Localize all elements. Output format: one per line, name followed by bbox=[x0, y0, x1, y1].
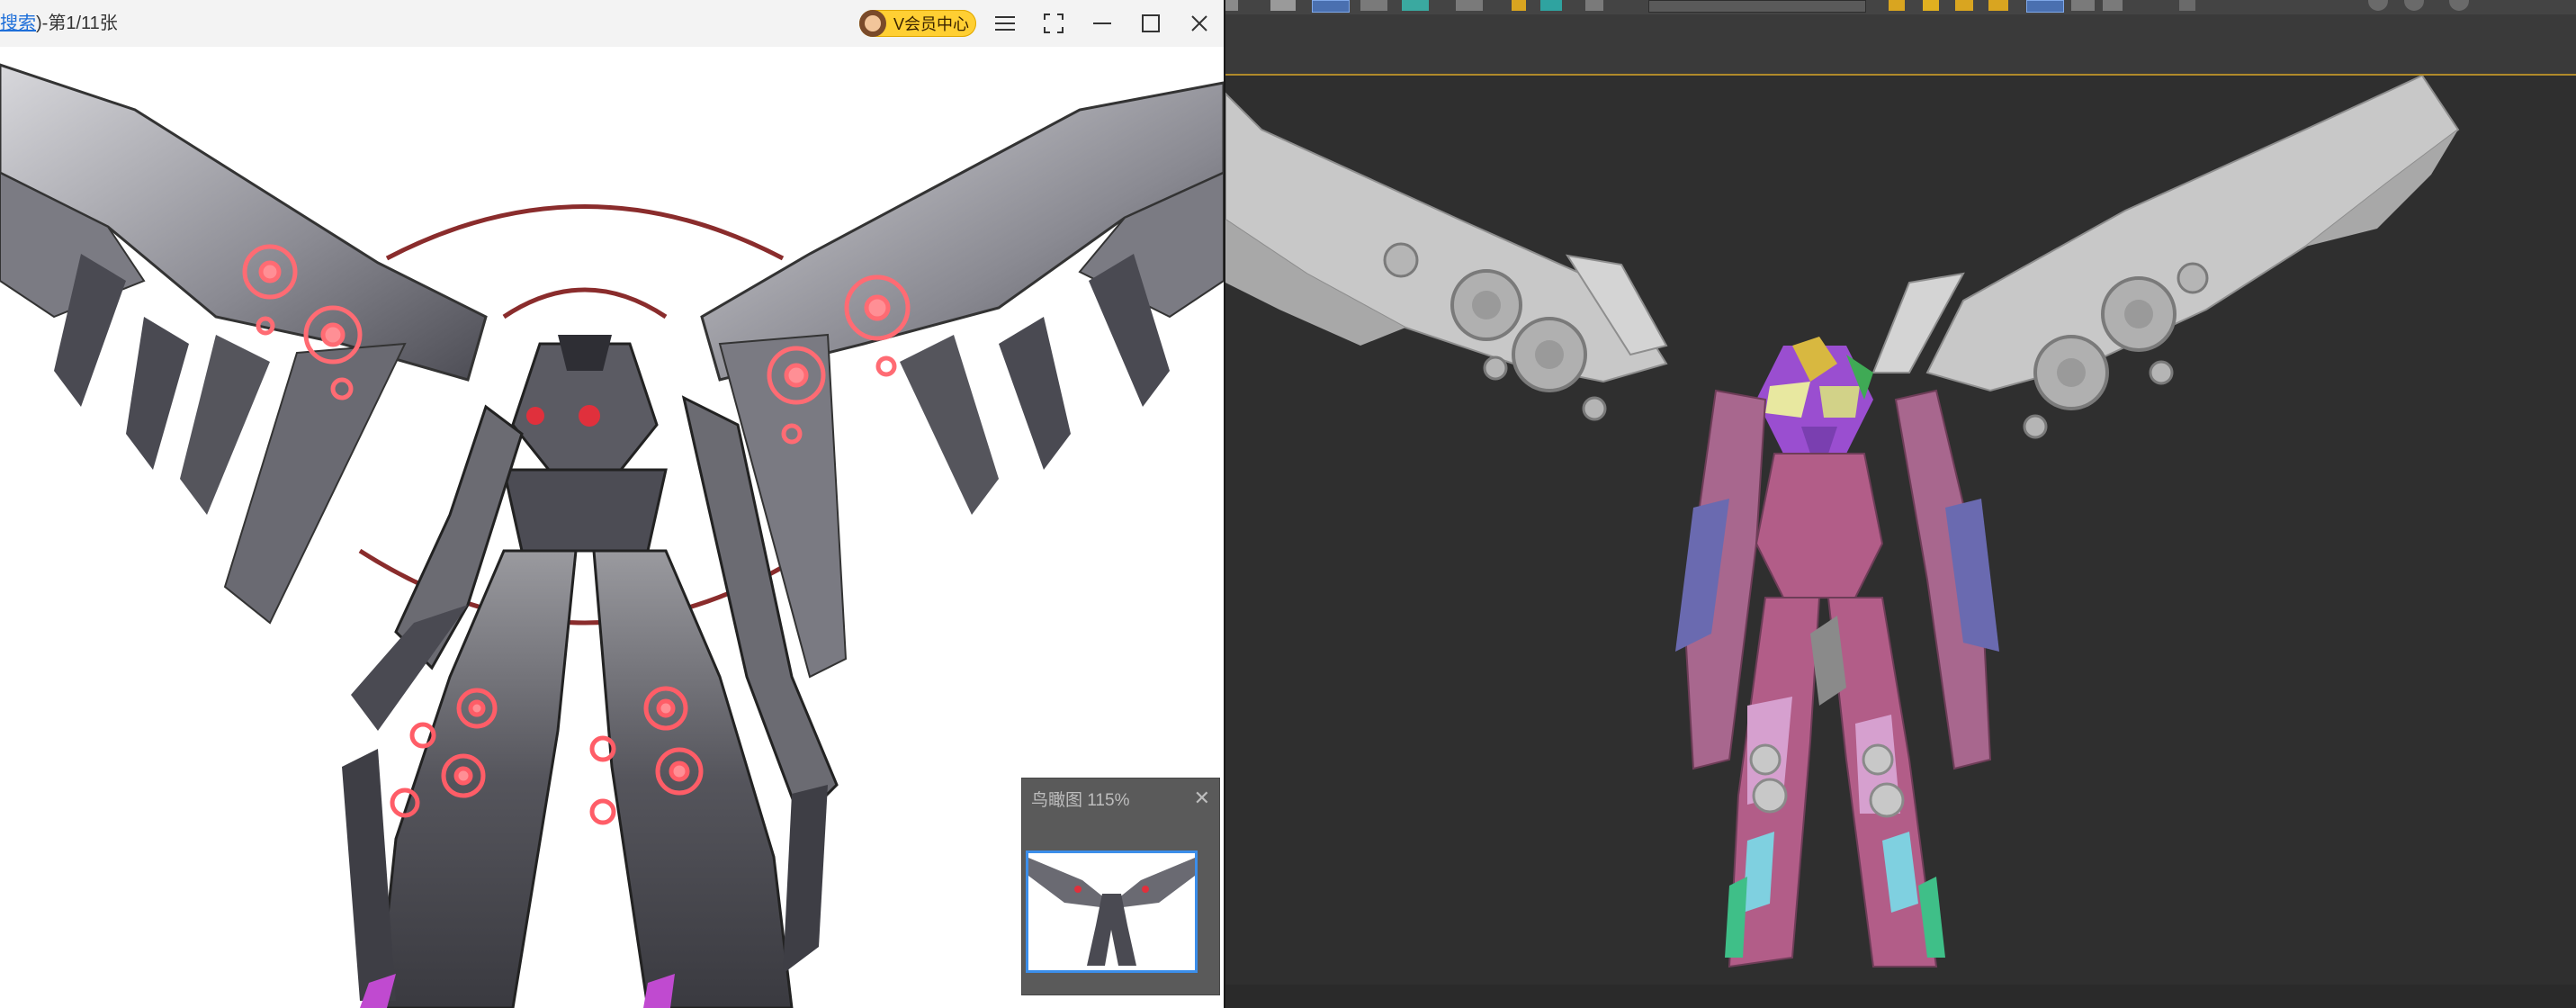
maximize-button[interactable] bbox=[1126, 0, 1175, 47]
mech-concept-image[interactable]: 鸟瞰图 115% ✕ bbox=[0, 47, 1224, 1008]
viewer-title-bar[interactable]: 搜索)-第1/11张 V会员中心 bbox=[0, 0, 1224, 48]
fullscreen-icon bbox=[1044, 14, 1064, 33]
toolbar-tool-icon-7[interactable] bbox=[1585, 0, 1603, 11]
vip-center-button[interactable]: V会员中心 bbox=[859, 10, 976, 37]
toolbar-tool-icon-6[interactable] bbox=[1540, 0, 1562, 11]
toolbar-tool-icon-14[interactable] bbox=[2103, 0, 2123, 11]
close-icon bbox=[1191, 15, 1207, 32]
minimize-button[interactable] bbox=[1078, 0, 1126, 47]
render-icon-2[interactable] bbox=[2404, 0, 2424, 11]
right-wing bbox=[700, 81, 1224, 679]
toolbar-tool-icon-11[interactable] bbox=[1988, 0, 2008, 11]
selection-set-dropdown[interactable] bbox=[1648, 0, 1866, 13]
navigator-close-icon[interactable]: ✕ bbox=[1194, 787, 1210, 810]
select-tool-icon[interactable] bbox=[1312, 0, 1350, 13]
toolbar-tool-icon-5[interactable] bbox=[1456, 0, 1483, 11]
navigator-header: 鸟瞰图 115% ✕ bbox=[1022, 778, 1219, 818]
navigator-panel[interactable]: 鸟瞰图 115% ✕ bbox=[1021, 778, 1220, 995]
toolbar-tool-icon-1[interactable] bbox=[1225, 0, 1238, 11]
snap-icon[interactable] bbox=[1512, 0, 1526, 11]
3d-modeling-app bbox=[1225, 0, 2576, 1008]
left-wing bbox=[0, 63, 488, 625]
minimize-icon bbox=[1093, 22, 1111, 24]
render-icon-3[interactable] bbox=[2449, 0, 2469, 11]
menu-button[interactable] bbox=[981, 0, 1029, 47]
viewer-title: 搜索)-第1/11张 bbox=[0, 0, 118, 47]
navigator-title: 鸟瞰图 115% bbox=[1031, 790, 1130, 810]
toolbar-tool-icon-2[interactable] bbox=[1270, 0, 1296, 11]
toolbar-tool-icon-10[interactable] bbox=[1955, 0, 1973, 11]
toolbar-tool-icon-9[interactable] bbox=[1923, 0, 1939, 11]
toolbar-tool-icon-4[interactable] bbox=[1402, 0, 1429, 11]
toolbar-tool-icon-12[interactable] bbox=[2026, 0, 2064, 13]
maximize-icon bbox=[1142, 14, 1160, 32]
main-toolbar bbox=[1225, 0, 2576, 15]
render-icon-1[interactable] bbox=[2368, 0, 2388, 11]
search-link[interactable]: 搜索 bbox=[0, 14, 36, 33]
close-button[interactable] bbox=[1175, 0, 1224, 47]
thumbnail-artwork bbox=[1028, 858, 1195, 966]
hamburger-menu-icon bbox=[995, 16, 1015, 31]
vip-avatar-icon bbox=[859, 10, 886, 37]
image-counter: )-第1/11张 bbox=[36, 14, 118, 33]
ribbon-area bbox=[1225, 14, 2576, 74]
mech-torso bbox=[502, 335, 668, 553]
toolbar-tool-icon-3[interactable] bbox=[1360, 0, 1387, 11]
toolbar-tool-icon-15[interactable] bbox=[2179, 0, 2195, 11]
vip-center-label: V会员中心 bbox=[893, 15, 970, 33]
model-head bbox=[1756, 337, 1873, 454]
fullscreen-button[interactable] bbox=[1029, 0, 1078, 47]
navigator-thumbnail[interactable] bbox=[1026, 850, 1198, 973]
toolbar-tool-icon-8[interactable] bbox=[1889, 0, 1905, 11]
model-right-wing bbox=[1871, 74, 2460, 439]
perspective-viewport[interactable] bbox=[1225, 74, 2576, 986]
status-bar bbox=[1225, 985, 2576, 1008]
toolbar-tool-icon-13[interactable] bbox=[2071, 0, 2095, 11]
model-left-wing bbox=[1225, 91, 1668, 421]
3d-model-render bbox=[1225, 74, 2460, 968]
image-viewer-window: 搜索)-第1/11张 V会员中心 鸟瞰图 115% ✕ bbox=[0, 0, 1224, 1008]
